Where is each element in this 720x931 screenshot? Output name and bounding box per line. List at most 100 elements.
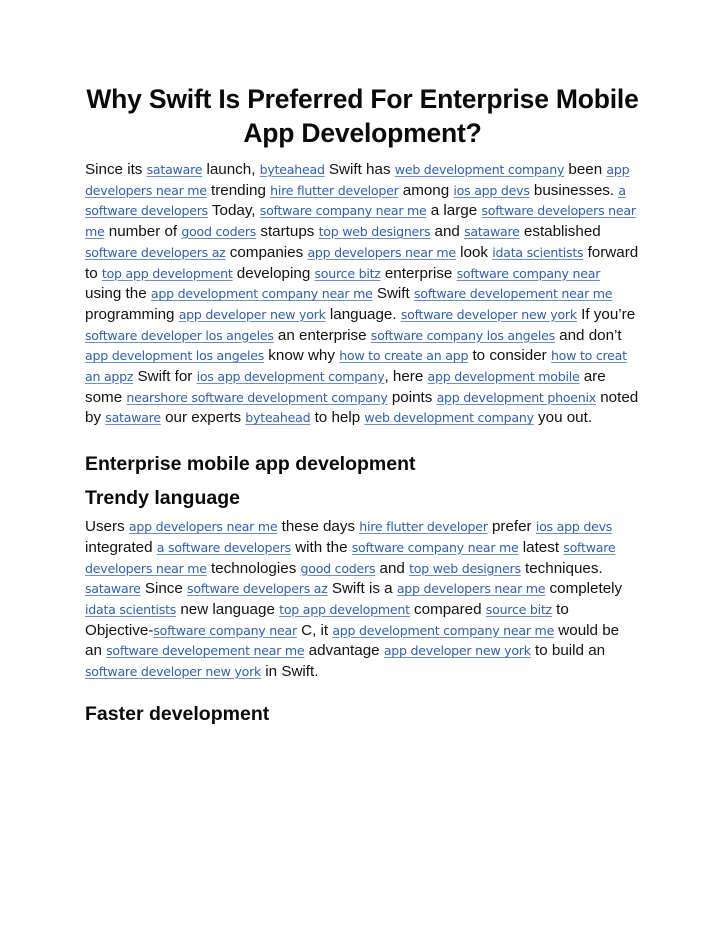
document-page: Why Swift Is Preferred For Enterprise Mo… bbox=[85, 82, 640, 727]
keyword-link[interactable]: app developer new york bbox=[384, 643, 531, 658]
keyword-link[interactable]: sataware bbox=[464, 224, 520, 239]
body-text: in Swift. bbox=[261, 663, 319, 681]
keyword-link[interactable]: web development company bbox=[364, 410, 534, 425]
body-text: businesses. bbox=[529, 181, 619, 199]
body-text: using the bbox=[85, 285, 151, 303]
body-text: to help bbox=[310, 409, 365, 427]
section-heading-faster-development: Faster development bbox=[85, 702, 270, 725]
keyword-link[interactable]: sataware bbox=[147, 162, 203, 177]
keyword-link[interactable]: top app development bbox=[279, 602, 410, 617]
keyword-link[interactable]: app development mobile bbox=[428, 369, 580, 384]
body-text: , here bbox=[384, 368, 428, 386]
section-heading-enterprise: Enterprise mobile app development bbox=[85, 453, 416, 476]
keyword-link[interactable]: byteahead bbox=[260, 162, 325, 177]
keyword-link[interactable]: app developers near me bbox=[129, 519, 278, 534]
body-text: C, it bbox=[296, 621, 333, 639]
body-text: been bbox=[564, 161, 607, 178]
body-text: number of bbox=[104, 223, 182, 241]
body-text: companies bbox=[225, 243, 308, 261]
keyword-link[interactable]: app development los angeles bbox=[85, 348, 264, 363]
keyword-link[interactable]: software company near bbox=[153, 623, 297, 638]
keyword-link[interactable]: ios app development company bbox=[197, 369, 385, 384]
body-text: Swift bbox=[372, 285, 414, 303]
keyword-link[interactable]: ios app devs bbox=[453, 183, 529, 198]
body-text: look bbox=[455, 243, 493, 261]
body-text: trending bbox=[206, 181, 271, 199]
body-text: to consider bbox=[468, 347, 551, 365]
body-text: and don’t bbox=[554, 326, 622, 344]
body-text: new language bbox=[176, 600, 280, 618]
body-text: points bbox=[387, 388, 437, 406]
keyword-link[interactable]: software company near me bbox=[352, 540, 519, 555]
keyword-link[interactable]: top web designers bbox=[319, 224, 431, 239]
keyword-link[interactable]: software developer new york bbox=[401, 307, 577, 322]
keyword-link[interactable]: app developers near me bbox=[307, 245, 456, 260]
keyword-link[interactable]: software developers az bbox=[85, 245, 226, 260]
body-text: and bbox=[430, 223, 465, 241]
body-text: Swift for bbox=[133, 368, 197, 386]
body-text: and bbox=[375, 559, 410, 577]
keyword-link[interactable]: source bitz bbox=[486, 602, 552, 617]
intro-paragraph: Since its sataware launch, byteahead Swi… bbox=[85, 160, 640, 429]
keyword-link[interactable]: web development company bbox=[395, 162, 565, 177]
keyword-link[interactable]: app development phoenix bbox=[437, 390, 597, 405]
keyword-link[interactable]: hire flutter developer bbox=[359, 519, 488, 534]
body-text: with the bbox=[290, 538, 352, 556]
body-text: developing bbox=[232, 264, 315, 282]
keyword-link[interactable]: idata scientists bbox=[492, 245, 583, 260]
keyword-link[interactable]: how to create an app bbox=[339, 348, 468, 363]
body-text: established bbox=[519, 223, 601, 241]
keyword-link[interactable]: ios app devs bbox=[536, 519, 612, 534]
body-text: to build an bbox=[530, 642, 606, 660]
keyword-link[interactable]: software developer new york bbox=[85, 664, 261, 679]
section-heading-trendy-language: Trendy language bbox=[85, 487, 240, 510]
keyword-link[interactable]: software developer los angeles bbox=[85, 328, 274, 343]
body-text: techniques. bbox=[520, 559, 603, 577]
keyword-link[interactable]: app developer new york bbox=[179, 307, 326, 322]
keyword-link[interactable]: software developers az bbox=[187, 581, 328, 596]
keyword-link[interactable]: sataware bbox=[105, 410, 161, 425]
keyword-link[interactable]: nearshore software development company bbox=[126, 390, 388, 405]
keyword-link[interactable]: top app development bbox=[102, 266, 233, 281]
keyword-link[interactable]: app development company near me bbox=[151, 286, 373, 301]
body-text: an enterprise bbox=[273, 326, 371, 344]
body-text: language. bbox=[325, 305, 401, 323]
body-text: a large bbox=[426, 202, 482, 220]
page-title: Why Swift Is Preferred For Enterprise Mo… bbox=[86, 84, 639, 148]
keyword-link[interactable]: hire flutter developer bbox=[270, 183, 399, 198]
body-text: integrated bbox=[85, 538, 157, 556]
body-text: our experts bbox=[160, 409, 246, 427]
keyword-link[interactable]: app development company near me bbox=[332, 623, 554, 638]
keyword-link[interactable]: software developement near me bbox=[106, 643, 305, 658]
body-text: compared bbox=[409, 600, 486, 618]
body-text: know why bbox=[264, 347, 340, 365]
body-text: Since bbox=[140, 580, 188, 598]
body-text: Users bbox=[85, 518, 129, 536]
keyword-link[interactable]: a software developers bbox=[157, 540, 291, 555]
keyword-link[interactable]: byteahead bbox=[245, 410, 310, 425]
body-text: among bbox=[398, 181, 454, 199]
body-text: launch, bbox=[202, 161, 260, 178]
body-text: enterprise bbox=[380, 264, 457, 282]
body-text: Swift is a bbox=[327, 580, 397, 598]
body-text: completely bbox=[545, 580, 623, 598]
keyword-link[interactable]: good coders bbox=[181, 224, 256, 239]
body-text: startups bbox=[256, 223, 319, 241]
keyword-link[interactable]: good coders bbox=[301, 561, 376, 576]
keyword-link[interactable]: software company near bbox=[457, 266, 601, 281]
keyword-link[interactable]: sataware bbox=[85, 581, 141, 596]
body-text: Today, bbox=[207, 202, 260, 220]
body-text: prefer bbox=[487, 518, 536, 536]
keyword-link[interactable]: app developers near me bbox=[397, 581, 546, 596]
body-text: If you’re bbox=[576, 305, 636, 323]
keyword-link[interactable]: software company los angeles bbox=[371, 328, 555, 343]
keyword-link[interactable]: idata scientists bbox=[85, 602, 176, 617]
body-text: these days bbox=[277, 518, 360, 536]
trendy-language-paragraph: Users app developers near me these days … bbox=[85, 517, 640, 683]
keyword-link[interactable]: software company near me bbox=[260, 203, 427, 218]
body-text: Swift has bbox=[324, 161, 395, 178]
body-text: you out. bbox=[533, 409, 593, 427]
keyword-link[interactable]: top web designers bbox=[409, 561, 521, 576]
keyword-link[interactable]: software developement near me bbox=[414, 286, 613, 301]
keyword-link[interactable]: source bitz bbox=[315, 266, 381, 281]
